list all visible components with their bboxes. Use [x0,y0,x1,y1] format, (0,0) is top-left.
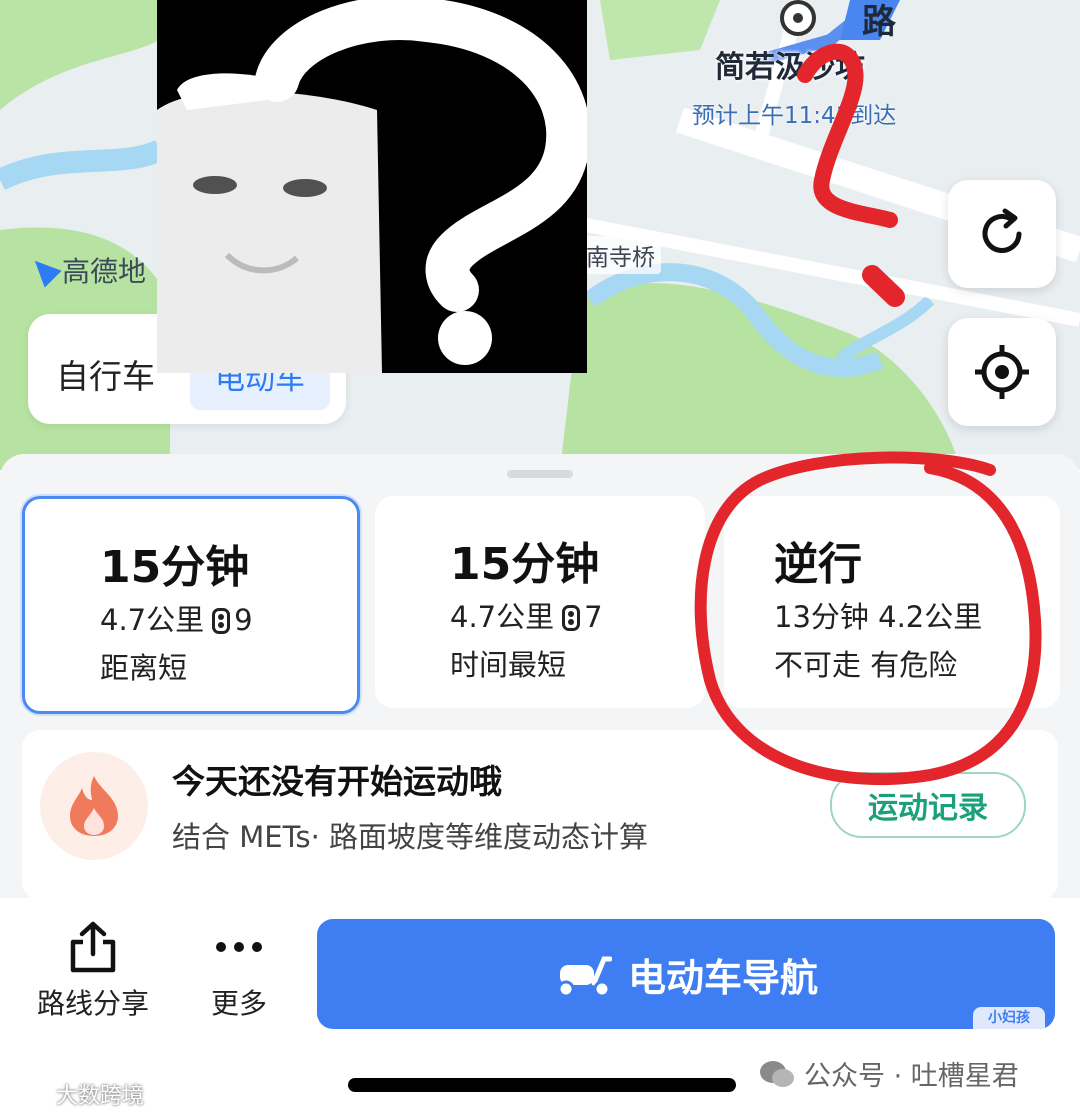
route-card-1[interactable]: 15分钟 4.7公里 9 距离短 [22,496,360,714]
route-note: 不可走 有危险 [774,648,958,682]
watermark-right: 公众号 · 吐槽星君 [758,1054,1019,1093]
more-button[interactable]: 更多 [196,920,282,1022]
nav-label: 电动车导航 [627,955,818,1000]
more-label: 更多 [210,987,267,1020]
route-card-3[interactable]: 逆行 13分钟 4.2公里 不可走 有危险 [724,496,1060,708]
ebike-navigate-button[interactable]: 电动车导航 小妇孩 [317,919,1055,1029]
traffic-light-icon [212,608,231,634]
nav-corner-tag: 小妇孩 [973,1007,1045,1029]
share-icon [70,921,116,973]
home-indicator[interactable] [348,1078,736,1092]
route-share-button[interactable]: 路线分享 [26,920,160,1022]
brand-label: 高德地 [62,255,147,288]
locate-button[interactable] [948,318,1056,426]
mode-bike-tab[interactable]: 自行车 [56,350,155,398]
fire-icon [70,776,118,836]
traffic-light-icon [562,605,581,631]
route-distance: 4.7公里 [100,603,205,637]
poi-label: 南寺桥 [580,236,661,274]
navigation-arrow-icon [26,252,62,288]
route-note: 时间最短 [450,648,567,682]
route-stats: 13分钟 4.2公里 [774,600,983,634]
locate-icon [975,345,1029,399]
route-note: 距离短 [100,651,188,685]
question-meme-image [157,0,587,373]
scooter-icon [557,956,612,997]
share-label: 路线分享 [36,987,149,1020]
sheet-drag-handle[interactable] [507,470,573,478]
route-stats: 4.7公里 9 [100,597,253,639]
route-title: 15分钟 [100,542,250,593]
fire-badge [40,752,148,860]
more-icon [216,942,262,952]
route-stats: 4.7公里 7 [450,594,603,636]
route-lights: 9 [234,603,253,637]
activity-record-button[interactable]: 运动记录 [830,772,1026,838]
watermark-logo-icon [10,1084,48,1104]
destination-eta: 预计上午11:41到达 [692,103,897,129]
activity-title: 今天还没有开始运动哦 [172,762,502,801]
watermark-left-text: 大数跨境 [56,1084,145,1109]
route-distance: 4.7公里 [450,600,555,634]
destination-name: 简若汲沙坊 [715,50,865,85]
activity-subtitle: 结合 METs· 路面坡度等维度动态计算 [172,820,649,854]
map-brand: 高德地 [26,250,147,290]
refresh-icon [982,208,1022,253]
wechat-icon [760,1060,794,1087]
watermark-right-text: 公众号 · 吐槽星君 [804,1061,1019,1092]
watermark-left: 大数跨境 [10,1078,144,1110]
route-card-2[interactable]: 15分钟 4.7公里 7 时间最短 [375,496,705,708]
refresh-button[interactable] [948,180,1056,288]
route-lights: 7 [584,600,603,634]
road-label: 路 [862,2,896,42]
route-title: 逆行 [774,539,862,590]
route-title: 15分钟 [450,539,600,590]
